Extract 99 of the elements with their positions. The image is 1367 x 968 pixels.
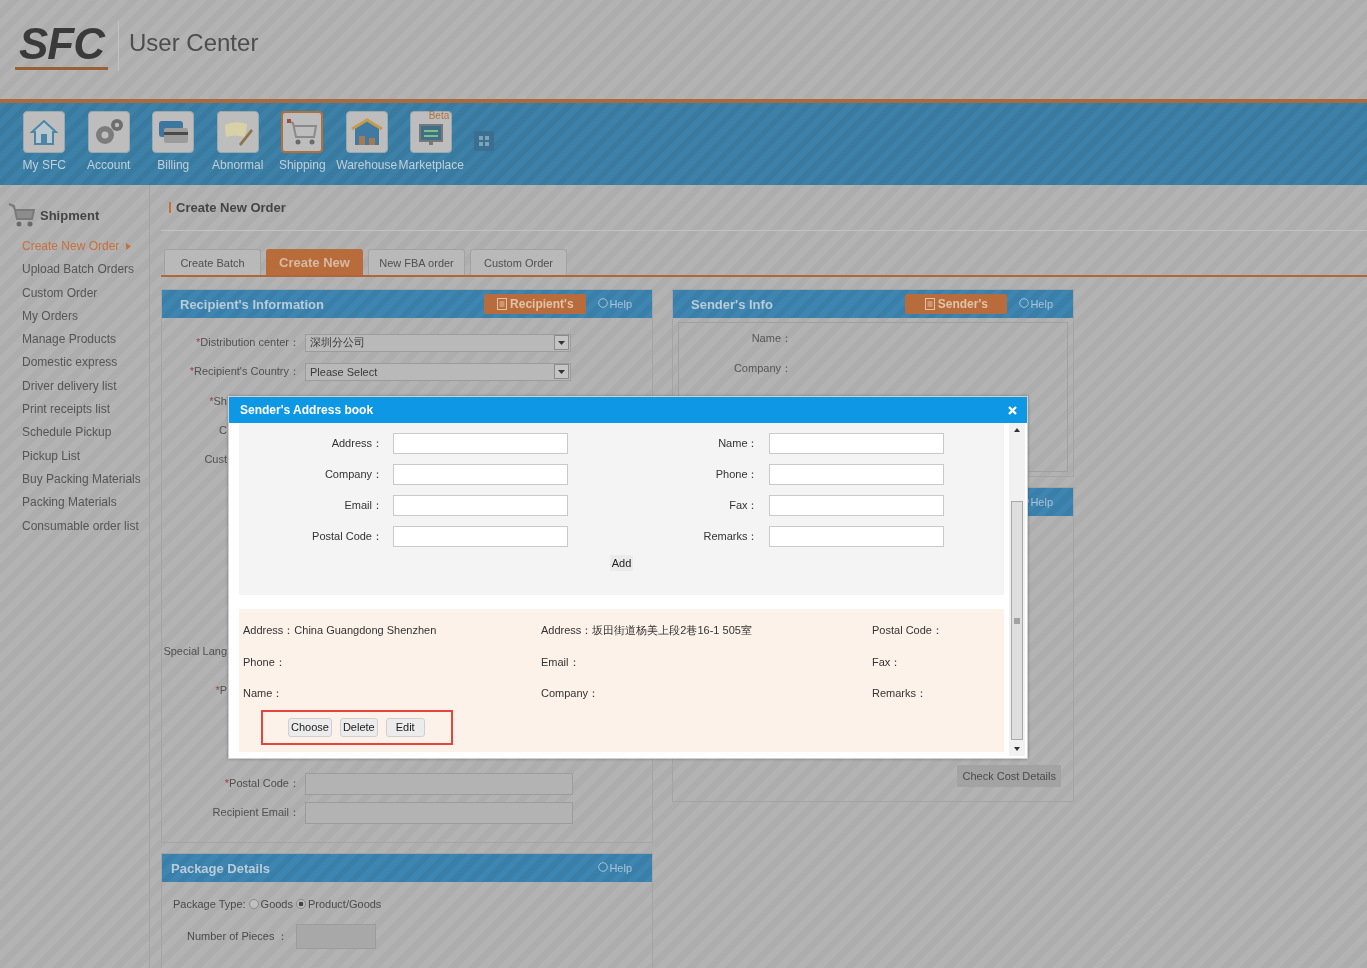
help-icon (598, 298, 609, 308)
help-link[interactable]: Help (598, 862, 632, 874)
section-title: Shipment (40, 207, 100, 223)
close-icon[interactable] (1008, 405, 1017, 415)
nav-item[interactable]: Account (76, 111, 141, 172)
sidebar-item[interactable]: Buy Packing Materials (0, 467, 149, 492)
sidebar-item[interactable]: Custom Order (0, 281, 149, 305)
beta-label: Beta (428, 110, 450, 121)
help-icon (1019, 298, 1030, 308)
nav-item[interactable]: Billing (141, 111, 206, 172)
entry-field: Phone： (243, 654, 541, 686)
field-label: *Postal Code： (223, 776, 301, 791)
field-label: Address： (330, 436, 384, 451)
check-cost-button[interactable]: Check Cost Details (957, 765, 1061, 787)
panel-title: Package Details (171, 860, 271, 876)
dropdown[interactable]: Please Select (305, 362, 571, 381)
input-field[interactable] (768, 433, 944, 454)
tab[interactable]: Create Batch (164, 249, 261, 275)
help-icon (598, 862, 609, 872)
cart-icon (285, 117, 320, 147)
input-field[interactable] (393, 464, 568, 485)
radio-option[interactable]: Product/Goods (296, 898, 382, 910)
sidebar-item[interactable]: Manage Products (0, 328, 149, 352)
field-label: *P (214, 683, 228, 696)
input-field[interactable] (393, 495, 568, 516)
field-label: Name： (751, 332, 792, 344)
cart-icon (8, 202, 36, 228)
list-icon (924, 298, 935, 310)
entry-field: Remarks： (872, 686, 1004, 718)
field-label: Phone： (714, 467, 760, 482)
radio-option[interactable]: Goods (248, 898, 293, 910)
grid-icon[interactable] (473, 131, 494, 151)
add-button[interactable]: Add (609, 555, 634, 571)
input-field[interactable] (768, 495, 944, 516)
sidebar-item[interactable]: Driver delivery list (0, 374, 149, 399)
action-button[interactable]: Choose (288, 717, 332, 737)
entry-field: Postal Code： (872, 623, 1004, 655)
sidebar-item[interactable]: Domestic express (0, 351, 149, 375)
sidebar-item[interactable]: Upload Batch Orders (0, 258, 149, 282)
address-book-button[interactable]: Sender's (905, 294, 1008, 314)
nav-item[interactable]: Shipping (270, 111, 335, 172)
entry-field: Name： (243, 686, 541, 718)
sidebar-item[interactable]: Consumable order list (0, 514, 149, 538)
action-button[interactable]: Edit (385, 717, 425, 737)
nav-item[interactable]: Abnormal (205, 111, 270, 172)
house-icon (29, 117, 60, 147)
sidebar-item[interactable]: My Orders (0, 304, 149, 329)
help-link[interactable]: Help (598, 298, 632, 310)
entry-field: Address：坂田街道杨美上段2巷16-1 505室 (541, 623, 872, 655)
sidebar-item[interactable]: Schedule Pickup (0, 421, 149, 445)
panel-title: Sender's Info (691, 296, 774, 312)
field-label: *Sh (208, 394, 228, 407)
field-label: Recipient Email： (211, 805, 301, 820)
nav-item[interactable]: My SFC (12, 111, 77, 172)
nav-item[interactable]: Warehouse (334, 111, 399, 172)
field-label: Company： (733, 362, 792, 374)
nav-item[interactable]: Beta Marketplace (399, 111, 464, 172)
caret-icon (126, 243, 132, 251)
field-label: Package Type: (173, 898, 246, 910)
input-field[interactable] (768, 526, 944, 547)
field-label: *Distribution center： (195, 335, 301, 350)
field-label: Fax： (728, 498, 760, 513)
field-label: Company： (323, 467, 384, 482)
field-label: Postal Code： (311, 529, 384, 544)
field-label: Email： (343, 498, 384, 513)
entry-field: Fax： (872, 654, 1004, 686)
address-book-button[interactable]: Recipient's (484, 294, 587, 314)
scroll-thumb[interactable] (1011, 501, 1023, 740)
field-label: *Recipient's Country： (188, 364, 301, 379)
warehouse-icon (349, 117, 384, 147)
sidebar-item[interactable]: Print receipts list (0, 398, 149, 422)
tab[interactable]: Custom Order (470, 249, 567, 275)
grip-icon (1014, 617, 1020, 624)
help-link[interactable]: Help (1019, 298, 1053, 310)
field-label: Number of Pieces ： (187, 929, 289, 944)
action-button[interactable]: Delete (339, 717, 378, 737)
scrollbar[interactable] (1009, 423, 1025, 756)
input-field[interactable] (393, 526, 568, 547)
input-field[interactable] (768, 464, 944, 485)
field-label: Name： (717, 436, 760, 451)
tab[interactable]: Create New (266, 249, 363, 275)
entry-field: Email： (541, 654, 872, 686)
dialog-title: Sender's Address book (240, 403, 374, 417)
dropdown[interactable]: 深圳分公司 (305, 333, 571, 352)
panel-title: Recipient's Information (180, 296, 325, 312)
logo: SFC (15, 21, 108, 70)
list-icon (497, 298, 508, 310)
field-label: Remarks： (702, 529, 760, 544)
input-field[interactable] (393, 433, 568, 454)
site-title: User Center (129, 28, 259, 57)
field-label: Special Lang (162, 644, 228, 657)
sidebar-item[interactable]: Packing Materials (0, 491, 149, 515)
entry-field: Address：China Guangdong Shenzhen (243, 623, 541, 655)
field-label: C (218, 423, 228, 436)
field-label: Cust (203, 452, 228, 465)
sidebar-item[interactable]: Pickup List (0, 444, 149, 468)
entry-field: Company： (541, 686, 872, 718)
tab[interactable]: New FBA order (368, 249, 465, 275)
page-title: Create New Order (176, 200, 286, 215)
